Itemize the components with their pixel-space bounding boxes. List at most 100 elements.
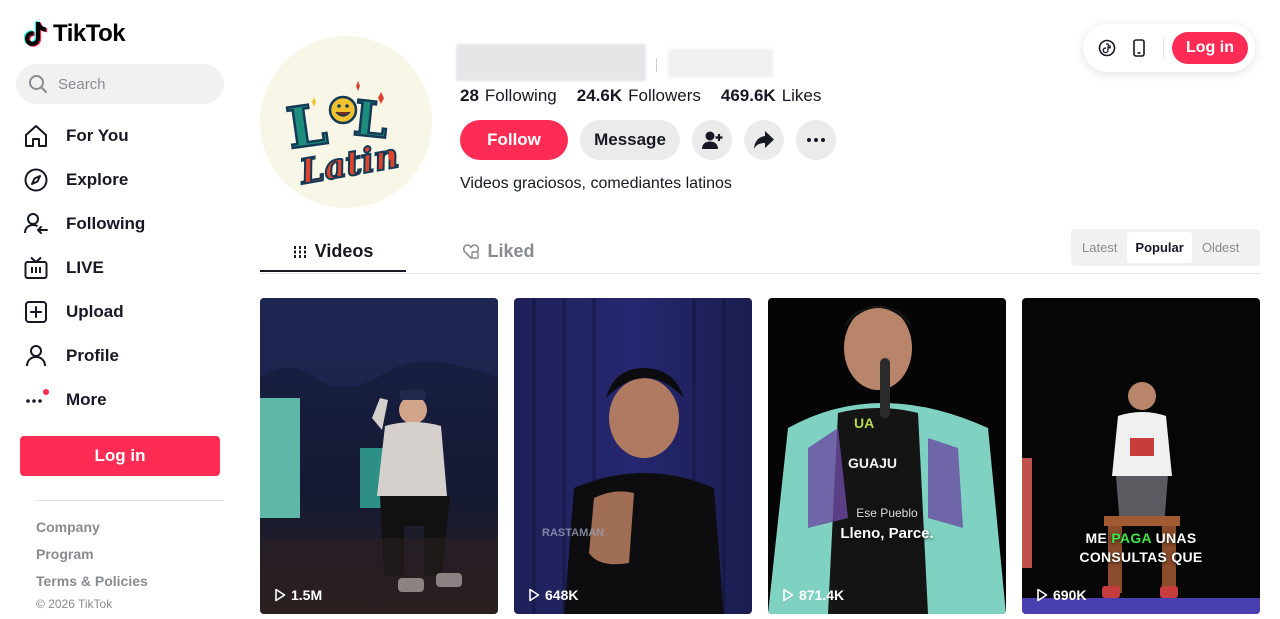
tab-liked[interactable]: Liked — [426, 230, 572, 273]
top-login-button[interactable]: Log in — [1172, 32, 1248, 64]
play-icon — [275, 588, 286, 602]
tiktok-logo[interactable]: TikTok — [24, 20, 126, 48]
nickname-blurred — [668, 49, 773, 77]
tab-videos[interactable]: Videos — [260, 230, 406, 273]
tiktok-studio-icon[interactable] — [1097, 38, 1117, 58]
videos-grid-icon — [293, 245, 306, 258]
footer-link-terms[interactable]: Terms & Policies — [36, 573, 148, 589]
search-icon — [29, 75, 47, 93]
profile-bio: Videos graciosos, comediantes latinos — [460, 175, 732, 192]
likes-label: Likes — [781, 86, 822, 105]
following-count: 28 — [460, 86, 479, 105]
following-label: Following — [484, 86, 557, 105]
video-thumbnail — [260, 298, 498, 614]
sidebar-divider — [36, 500, 224, 501]
profile-actions: Follow Message — [460, 120, 836, 160]
video-card-3[interactable]: UA GUAJU Ese Pueblo Lleno, Parce. 871.4K — [768, 298, 1006, 614]
ellipsis-icon — [807, 138, 825, 142]
caption-highlight-word: PAGA — [1111, 530, 1152, 546]
copyright: © 2026 TikTok — [36, 597, 113, 611]
video-card-1[interactable]: 1.5M — [260, 298, 498, 614]
main-nav: For You Explore Following LIVE Upload Pr… — [20, 114, 230, 422]
nav-item-explore[interactable]: Explore — [20, 158, 230, 202]
caption-word: UNAS — [1155, 530, 1197, 546]
tab-videos-label: Videos — [314, 241, 374, 261]
compass-icon — [22, 166, 50, 194]
video-card-2[interactable]: RASTAMAN 648K — [514, 298, 752, 614]
nav-label: Profile — [66, 346, 119, 365]
nav-item-following[interactable]: Following — [20, 202, 230, 246]
view-count: 648K — [528, 587, 578, 603]
rastaman-watermark: RASTAMAN — [542, 527, 604, 539]
username-separator — [656, 58, 657, 72]
top-right-actions: Log in — [1083, 24, 1255, 72]
upload-icon — [22, 298, 50, 326]
video-card-4[interactable]: ME PAGA UNAS CONSULTAS QUE 690K — [1022, 298, 1260, 614]
following-stat[interactable]: 28 Following — [460, 86, 557, 106]
svg-text:UA: UA — [854, 415, 874, 431]
search-input[interactable] — [58, 75, 208, 93]
video-caption-line-2: CONSULTAS QUE — [1079, 549, 1203, 565]
footer-link-program[interactable]: Program — [36, 546, 94, 562]
sidebar-login-button[interactable]: Log in — [20, 436, 220, 476]
logo-text: TikTok — [53, 20, 126, 47]
view-count-text: 1.5M — [291, 587, 323, 603]
view-count-text: 871.4K — [799, 587, 845, 603]
view-count-text: 648K — [545, 587, 579, 603]
add-friend-icon — [702, 131, 723, 149]
notification-dot — [43, 389, 49, 395]
tab-liked-label: Liked — [487, 241, 535, 261]
caption-word: ME — [1085, 530, 1108, 546]
footer-link-company[interactable]: Company — [36, 519, 100, 535]
suggested-accounts-button[interactable] — [692, 120, 732, 160]
username-blurred — [456, 44, 646, 81]
nav-label: For You — [66, 126, 129, 145]
view-count: 1.5M — [274, 587, 322, 603]
follow-button[interactable]: Follow — [460, 120, 568, 160]
message-button[interactable]: Message — [580, 120, 680, 160]
nav-item-upload[interactable]: Upload — [20, 290, 230, 334]
nav-item-for-you[interactable]: For You — [20, 114, 230, 158]
likes-count: 469.6K — [720, 86, 776, 105]
video-caption-line-1: ME PAGA UNAS — [1022, 530, 1260, 546]
followers-stat[interactable]: 24.6K Followers — [577, 86, 701, 106]
share-button[interactable] — [744, 120, 784, 160]
top-right-divider — [1163, 38, 1164, 58]
sort-oldest[interactable]: Oldest — [1194, 232, 1248, 263]
play-icon — [529, 588, 540, 602]
view-count-text: 690K — [1053, 587, 1087, 603]
profile-avatar[interactable]: L L Latin — [260, 36, 432, 208]
sort-toggle: Latest Popular Oldest — [1071, 229, 1260, 266]
view-count: 871.4K — [782, 587, 844, 603]
lol-latin-logo: L L Latin — [260, 36, 432, 208]
sort-latest[interactable]: Latest — [1074, 232, 1125, 263]
mobile-app-icon[interactable] — [1129, 38, 1149, 58]
sort-popular[interactable]: Popular — [1127, 232, 1192, 263]
followers-count: 24.6K — [576, 86, 623, 105]
nav-label: Explore — [66, 170, 129, 189]
following-icon — [22, 210, 50, 238]
view-count: 690K — [1036, 587, 1086, 603]
nav-item-more[interactable]: More — [20, 378, 230, 422]
play-icon — [1037, 588, 1048, 602]
profile-icon — [22, 342, 50, 370]
video-thumbnail: UA GUAJU — [768, 298, 1006, 614]
nav-label: More — [66, 390, 107, 409]
followers-label: Followers — [628, 86, 701, 105]
liked-heart-icon — [463, 244, 480, 259]
nav-label: LIVE — [66, 258, 104, 277]
share-icon — [754, 131, 774, 149]
video-caption: Lleno, Parce. — [840, 525, 934, 542]
nav-item-profile[interactable]: Profile — [20, 334, 230, 378]
nav-label: Upload — [66, 302, 124, 321]
video-thumbnail — [1022, 298, 1260, 614]
likes-stat: 469.6K Likes — [721, 86, 822, 106]
profile-stats: 28 Following 24.6K Followers 469.6K Likes — [460, 86, 821, 106]
sidebar: TikTok For You Explore Following LIVE Up… — [0, 0, 240, 619]
video-thumbnail: RASTAMAN — [514, 298, 752, 614]
nav-label: Following — [66, 214, 146, 233]
nav-item-live[interactable]: LIVE — [20, 246, 230, 290]
video-caption-small: Ese Pueblo — [856, 506, 918, 520]
search-box[interactable] — [16, 64, 224, 104]
more-options-button[interactable] — [796, 120, 836, 160]
